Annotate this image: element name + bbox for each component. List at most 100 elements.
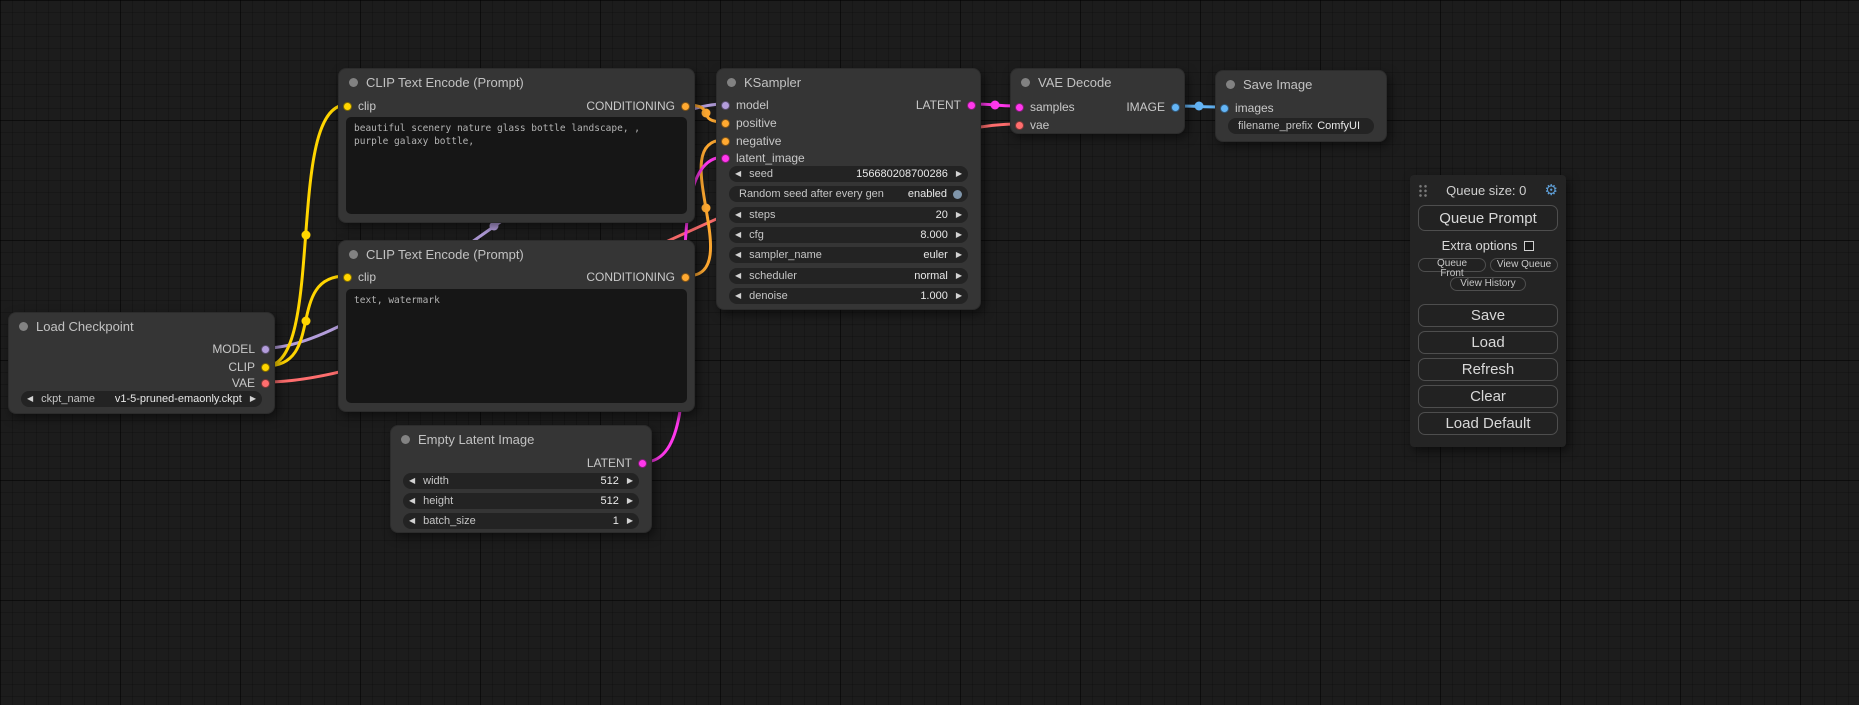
- port-model-input[interactable]: [721, 101, 730, 110]
- queue-front-button[interactable]: Queue Front: [1418, 258, 1486, 272]
- save-button[interactable]: Save: [1418, 304, 1558, 327]
- node-empty-latent-image[interactable]: Empty Latent Image LATENT ◀ width 512 ▶ …: [390, 425, 652, 533]
- input-slot-samples[interactable]: samples: [1015, 99, 1075, 115]
- increment-arrow-icon[interactable]: ▶: [627, 517, 633, 525]
- decrement-arrow-icon[interactable]: ◀: [735, 272, 741, 280]
- output-slot-latent[interactable]: LATENT: [587, 455, 647, 471]
- widget-random-seed-toggle[interactable]: Random seed after every gen enabled: [729, 186, 968, 202]
- toggle-indicator-icon[interactable]: [953, 190, 962, 199]
- input-slot-latent-image[interactable]: latent_image: [721, 150, 805, 166]
- load-button[interactable]: Load: [1418, 331, 1558, 354]
- output-slot-conditioning[interactable]: CONDITIONING: [586, 98, 690, 114]
- view-history-button[interactable]: View History: [1450, 277, 1526, 291]
- port-samples-input[interactable]: [1015, 103, 1024, 112]
- increment-arrow-icon[interactable]: ▶: [956, 272, 962, 280]
- collapse-dot-icon[interactable]: [349, 78, 358, 87]
- decrement-arrow-icon[interactable]: ◀: [409, 497, 415, 505]
- input-slot-positive[interactable]: positive: [721, 115, 777, 131]
- node-titlebar[interactable]: Save Image: [1216, 71, 1386, 97]
- node-titlebar[interactable]: Load Checkpoint: [9, 313, 274, 339]
- queue-prompt-button[interactable]: Queue Prompt: [1418, 205, 1558, 231]
- increment-arrow-icon[interactable]: ▶: [956, 170, 962, 178]
- port-conditioning-output[interactable]: [681, 273, 690, 282]
- port-model-output[interactable]: [261, 345, 270, 354]
- port-vae-output[interactable]: [261, 379, 270, 388]
- widget-batch-size[interactable]: ◀ batch_size 1 ▶: [403, 513, 639, 529]
- output-slot-model[interactable]: MODEL: [212, 341, 270, 357]
- widget-sampler-name[interactable]: ◀ sampler_name euler ▶: [729, 247, 968, 263]
- node-clip-text-encode-negative[interactable]: CLIP Text Encode (Prompt) clip CONDITION…: [338, 240, 695, 412]
- increment-arrow-icon[interactable]: ▶: [250, 395, 256, 403]
- node-titlebar[interactable]: Empty Latent Image: [391, 426, 651, 452]
- input-slot-negative[interactable]: negative: [721, 133, 781, 149]
- input-slot-images[interactable]: images: [1220, 100, 1274, 116]
- collapse-dot-icon[interactable]: [401, 435, 410, 444]
- node-ksampler[interactable]: KSampler model positive negative latent_…: [716, 68, 981, 310]
- port-clip-output[interactable]: [261, 363, 270, 372]
- decrement-arrow-icon[interactable]: ◀: [27, 395, 33, 403]
- decrement-arrow-icon[interactable]: ◀: [409, 477, 415, 485]
- decrement-arrow-icon[interactable]: ◀: [735, 292, 741, 300]
- node-titlebar[interactable]: CLIP Text Encode (Prompt): [339, 69, 694, 95]
- port-clip-input[interactable]: [343, 273, 352, 282]
- drag-handle-icon[interactable]: [1418, 184, 1428, 198]
- increment-arrow-icon[interactable]: ▶: [627, 497, 633, 505]
- node-titlebar[interactable]: VAE Decode: [1011, 69, 1184, 95]
- widget-height[interactable]: ◀ height 512 ▶: [403, 493, 639, 509]
- increment-arrow-icon[interactable]: ▶: [956, 251, 962, 259]
- input-slot-clip[interactable]: clip: [343, 269, 376, 285]
- collapse-dot-icon[interactable]: [19, 322, 28, 331]
- increment-arrow-icon[interactable]: ▶: [627, 477, 633, 485]
- port-latent-image-input[interactable]: [721, 154, 730, 163]
- widget-seed[interactable]: ◀ seed 156680208700286 ▶: [729, 166, 968, 182]
- port-latent-output[interactable]: [967, 101, 976, 110]
- node-vae-decode[interactable]: VAE Decode samples vae IMAGE: [1010, 68, 1185, 134]
- decrement-arrow-icon[interactable]: ◀: [409, 517, 415, 525]
- decrement-arrow-icon[interactable]: ◀: [735, 251, 741, 259]
- port-images-input[interactable]: [1220, 104, 1229, 113]
- queue-panel[interactable]: Queue size: 0 ⚙ Queue Prompt Extra optio…: [1410, 175, 1566, 447]
- widget-denoise[interactable]: ◀ denoise 1.000 ▶: [729, 288, 968, 304]
- port-negative-input[interactable]: [721, 137, 730, 146]
- port-vae-input[interactable]: [1015, 121, 1024, 130]
- output-slot-latent[interactable]: LATENT: [916, 97, 976, 113]
- port-latent-output[interactable]: [638, 459, 647, 468]
- node-clip-text-encode-positive[interactable]: CLIP Text Encode (Prompt) clip CONDITION…: [338, 68, 695, 223]
- increment-arrow-icon[interactable]: ▶: [956, 292, 962, 300]
- input-slot-vae[interactable]: vae: [1015, 117, 1049, 133]
- widget-cfg[interactable]: ◀ cfg 8.000 ▶: [729, 227, 968, 243]
- view-queue-button[interactable]: View Queue: [1490, 258, 1558, 272]
- extra-options-checkbox[interactable]: [1524, 241, 1534, 251]
- widget-steps[interactable]: ◀ steps 20 ▶: [729, 207, 968, 223]
- output-slot-conditioning[interactable]: CONDITIONING: [586, 269, 690, 285]
- clear-button[interactable]: Clear: [1418, 385, 1558, 408]
- collapse-dot-icon[interactable]: [349, 250, 358, 259]
- increment-arrow-icon[interactable]: ▶: [956, 211, 962, 219]
- output-slot-vae[interactable]: VAE: [232, 375, 270, 391]
- node-titlebar[interactable]: KSampler: [717, 69, 980, 95]
- decrement-arrow-icon[interactable]: ◀: [735, 170, 741, 178]
- output-slot-image[interactable]: IMAGE: [1126, 99, 1180, 115]
- collapse-dot-icon[interactable]: [1021, 78, 1030, 87]
- widget-scheduler[interactable]: ◀ scheduler normal ▶: [729, 268, 968, 284]
- node-graph-canvas[interactable]: Load Checkpoint MODEL CLIP VAE ◀ ckpt_na…: [0, 0, 1859, 705]
- port-conditioning-output[interactable]: [681, 102, 690, 111]
- settings-gear-icon[interactable]: ⚙: [1545, 183, 1558, 198]
- port-image-output[interactable]: [1171, 103, 1180, 112]
- collapse-dot-icon[interactable]: [1226, 80, 1235, 89]
- node-titlebar[interactable]: CLIP Text Encode (Prompt): [339, 241, 694, 267]
- node-load-checkpoint[interactable]: Load Checkpoint MODEL CLIP VAE ◀ ckpt_na…: [8, 312, 275, 414]
- widget-filename-prefix[interactable]: filename_prefix ComfyUI: [1228, 118, 1374, 134]
- decrement-arrow-icon[interactable]: ◀: [735, 211, 741, 219]
- output-slot-clip[interactable]: CLIP: [228, 359, 270, 375]
- node-save-image[interactable]: Save Image images filename_prefix ComfyU…: [1215, 70, 1387, 142]
- refresh-button[interactable]: Refresh: [1418, 358, 1558, 381]
- increment-arrow-icon[interactable]: ▶: [956, 231, 962, 239]
- widget-width[interactable]: ◀ width 512 ▶: [403, 473, 639, 489]
- port-positive-input[interactable]: [721, 119, 730, 128]
- widget-ckpt-name[interactable]: ◀ ckpt_name v1-5-pruned-emaonly.ckpt ▶: [21, 391, 262, 407]
- collapse-dot-icon[interactable]: [727, 78, 736, 87]
- negative-prompt-textarea[interactable]: text, watermark: [346, 289, 687, 403]
- port-clip-input[interactable]: [343, 102, 352, 111]
- positive-prompt-textarea[interactable]: beautiful scenery nature glass bottle la…: [346, 117, 687, 214]
